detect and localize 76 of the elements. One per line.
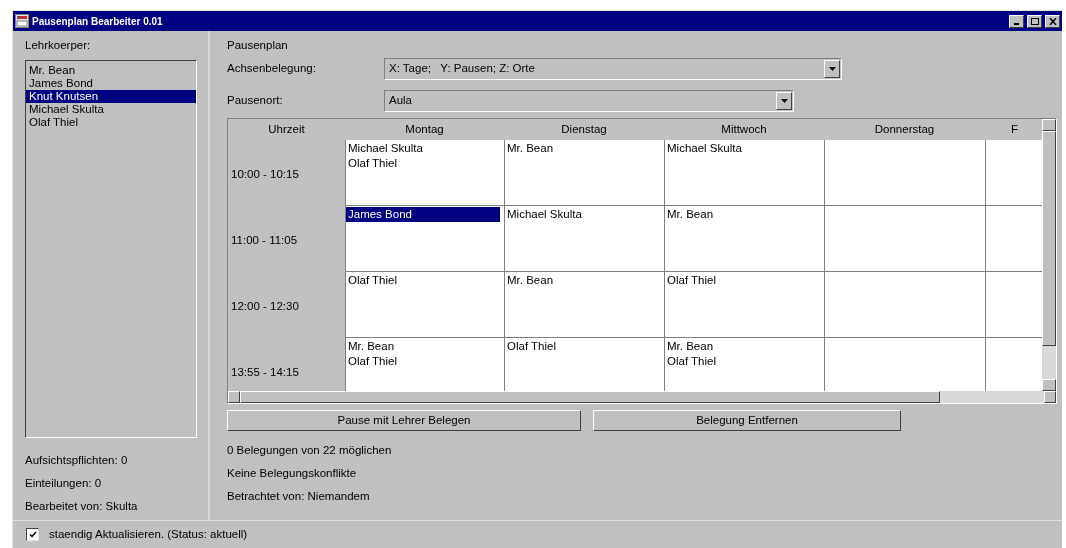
schedule-cell[interactable] <box>985 338 1043 391</box>
schedule-cell[interactable] <box>824 140 985 206</box>
cell-entry[interactable]: James Bond <box>346 207 500 222</box>
column-header[interactable]: Dienstag <box>504 119 664 140</box>
schedule-cell[interactable]: Michael Skulta <box>664 140 824 206</box>
column-header[interactable]: Uhrzeit <box>228 119 345 140</box>
cell-entry[interactable]: Mr. Bean <box>665 339 824 354</box>
field-label: Achsenbelegung: <box>227 61 317 77</box>
close-icon <box>1048 17 1057 25</box>
schedule-cell[interactable]: Michael Skulta Olaf Thiel <box>345 140 504 206</box>
cell-entry[interactable]: Olaf Thiel <box>665 354 824 369</box>
cell-entry[interactable]: Michael Skulta <box>346 141 504 156</box>
column-header[interactable]: Mittwoch <box>664 119 824 140</box>
column-header[interactable]: Donnerstag <box>824 119 985 140</box>
info-text: Bearbeitet von: Skulta <box>25 499 139 514</box>
vertical-scrollbar[interactable] <box>1042 119 1056 391</box>
schedule-cell[interactable] <box>824 272 985 338</box>
teacher-list[interactable]: Mr. Bean James Bond Knut Knutsen Michael Skulta Olaf Thiel <box>25 60 197 438</box>
cell-entry[interactable]: Michael Skulta <box>665 141 824 156</box>
teacher-list-item[interactable]: James Bond <box>26 77 196 90</box>
action-button[interactable]: Belegung Entfernen <box>593 410 901 431</box>
status-text: Keine Belegungskonflikte <box>227 466 358 481</box>
minimize-button[interactable] <box>1009 14 1024 28</box>
field-label: Pausenort: <box>227 93 284 109</box>
cell-entry[interactable]: Michael Skulta <box>505 207 664 222</box>
schedule-cell[interactable]: Michael Skulta <box>504 206 664 272</box>
schedule-cell[interactable] <box>985 272 1043 338</box>
schedule-cell[interactable]: Mr. Bean <box>664 206 824 272</box>
action-button[interactable]: Pause mit Lehrer Belegen <box>227 410 581 431</box>
cell-entry[interactable]: Mr. Bean <box>505 141 664 156</box>
window-title: Pausenplan Bearbeiter 0.01 <box>32 14 164 29</box>
schedule-cell[interactable]: Olaf Thiel <box>345 272 504 338</box>
maximize-icon <box>1030 17 1039 25</box>
cell-entry[interactable]: Mr. Bean <box>665 207 824 222</box>
status-text: 0 Belegungen von 22 möglichen <box>227 443 393 458</box>
cell-entry[interactable]: Mr. Bean <box>505 273 664 288</box>
time-label: 12:00 - 12:30 <box>230 299 300 315</box>
close-button[interactable] <box>1045 14 1060 28</box>
dropdown[interactable]: X: Tage; Y: Pausen; Z: Orte <box>384 58 842 80</box>
schedule-cell[interactable] <box>985 140 1043 206</box>
cell-entry[interactable]: Olaf Thiel <box>665 273 824 288</box>
cell-entry[interactable]: Olaf Thiel <box>346 354 504 369</box>
column-header[interactable]: F <box>985 119 1043 140</box>
cell-entry[interactable]: Olaf Thiel <box>346 273 504 288</box>
cell-entry[interactable]: Olaf Thiel <box>346 156 504 171</box>
schedule-cell[interactable]: Mr. Bean Olaf Thiel <box>664 338 824 391</box>
panel-title: Lehrkoerper: <box>25 38 92 53</box>
horizontal-scrollbar[interactable] <box>228 391 1056 403</box>
cell-entry[interactable]: Olaf Thiel <box>505 339 664 354</box>
dropdown[interactable]: Aula <box>384 90 794 112</box>
schedule-cell[interactable]: Mr. Bean <box>504 140 664 206</box>
info-text: Einteilungen: 0 <box>25 476 103 491</box>
checkbox-label: staendig Aktualisieren. (Status: aktuell) <box>49 526 248 542</box>
schedule-cell[interactable]: Olaf Thiel <box>664 272 824 338</box>
time-label: 11:00 - 11:05 <box>230 233 299 249</box>
schedule-cell[interactable]: James Bond <box>345 206 504 272</box>
schedule-cell[interactable] <box>824 206 985 272</box>
status-text: Betrachtet von: Niemandem <box>227 489 371 504</box>
teacher-list-item[interactable]: Mr. Bean <box>26 64 196 77</box>
teacher-list-item[interactable]: Olaf Thiel <box>26 116 196 129</box>
cell-entry[interactable]: Mr. Bean <box>346 339 504 354</box>
schedule-cell[interactable] <box>824 338 985 391</box>
maximize-button[interactable] <box>1027 14 1042 28</box>
schedule-cell[interactable]: Mr. Bean Olaf Thiel <box>345 338 504 391</box>
teacher-list-item[interactable]: Michael Skulta <box>26 103 196 116</box>
app-icon <box>15 14 29 28</box>
info-text: Aufsichtspflichten: 0 <box>25 453 129 468</box>
schedule-cell[interactable]: Mr. Bean <box>504 272 664 338</box>
auto-refresh-checkbox[interactable] <box>26 528 39 541</box>
teacher-list-item[interactable]: Knut Knutsen <box>26 90 196 103</box>
schedule-cell[interactable] <box>985 206 1043 272</box>
panel-title: Pausenplan <box>227 38 289 53</box>
schedule-cell[interactable]: Olaf Thiel <box>504 338 664 391</box>
column-header[interactable]: Montag <box>345 119 504 140</box>
time-label: 13:55 - 14:15 <box>230 365 300 381</box>
time-label: 10:00 - 10:15 <box>230 167 300 183</box>
